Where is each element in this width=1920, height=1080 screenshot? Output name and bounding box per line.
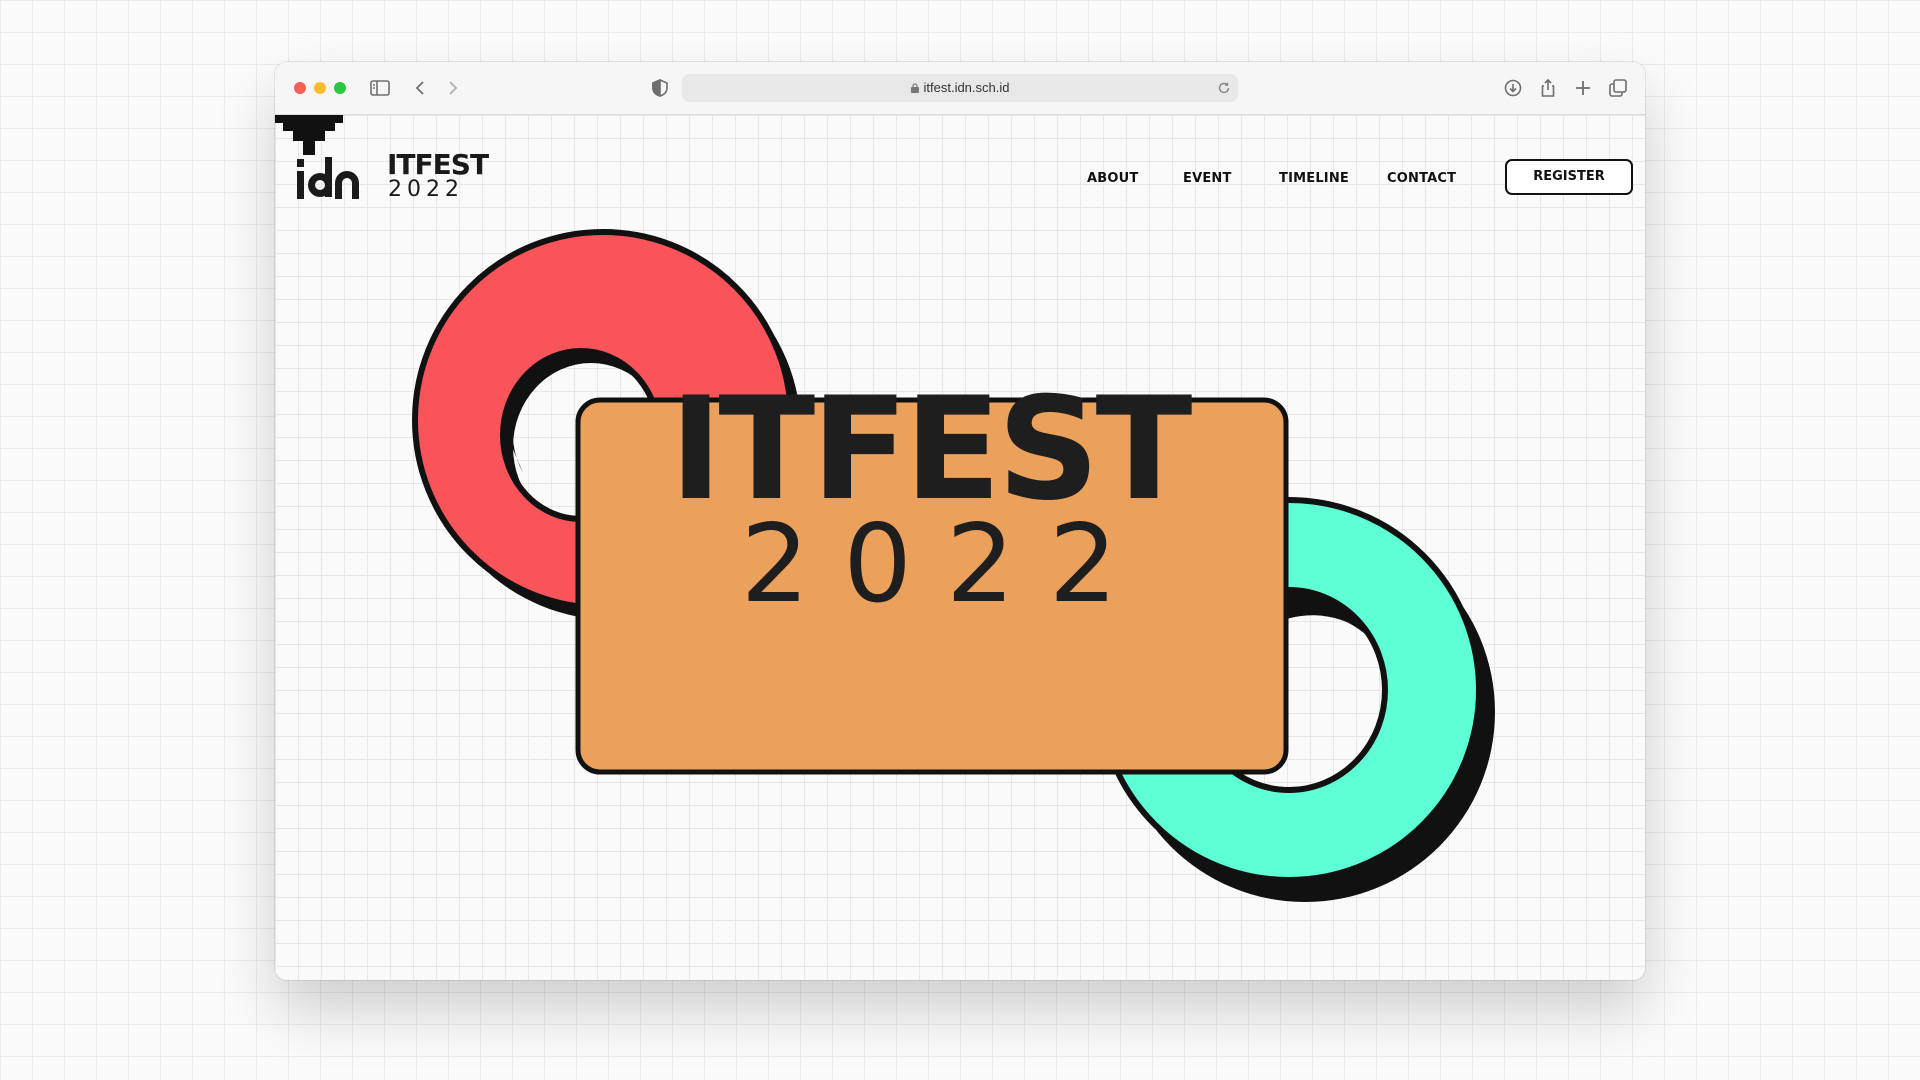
- forward-icon[interactable]: [441, 76, 465, 100]
- reload-icon[interactable]: [1216, 80, 1232, 96]
- url-text: itfest.idn.sch.id: [682, 80, 1238, 95]
- lock-icon: [910, 83, 919, 93]
- back-icon[interactable]: [408, 76, 432, 100]
- share-icon[interactable]: [1536, 76, 1560, 100]
- zoom-window-button[interactable]: [334, 82, 346, 94]
- hero-year: 2022: [740, 502, 1152, 627]
- download-icon[interactable]: [1501, 76, 1525, 100]
- browser-window: itfest.idn.sch.id ITFEST 2022 ABOUT EVEN…: [275, 62, 1645, 980]
- address-bar[interactable]: itfest.idn.sch.id: [682, 74, 1238, 102]
- browser-toolbar: itfest.idn.sch.id: [275, 62, 1645, 115]
- hero-title: ITFEST: [669, 367, 1193, 532]
- page-content: ITFEST 2022 ABOUT EVENT TIMELINE CONTACT…: [275, 115, 1645, 980]
- close-window-button[interactable]: [294, 82, 306, 94]
- privacy-shield-icon[interactable]: [648, 76, 672, 100]
- scroll-down-arrow-icon[interactable]: [275, 115, 343, 157]
- minimize-window-button[interactable]: [314, 82, 326, 94]
- hero-section: ITFEST 2022: [275, 115, 1645, 980]
- tab-overview-icon[interactable]: [1606, 76, 1630, 100]
- sidebar-toggle-icon[interactable]: [368, 76, 392, 100]
- new-tab-icon[interactable]: [1571, 76, 1595, 100]
